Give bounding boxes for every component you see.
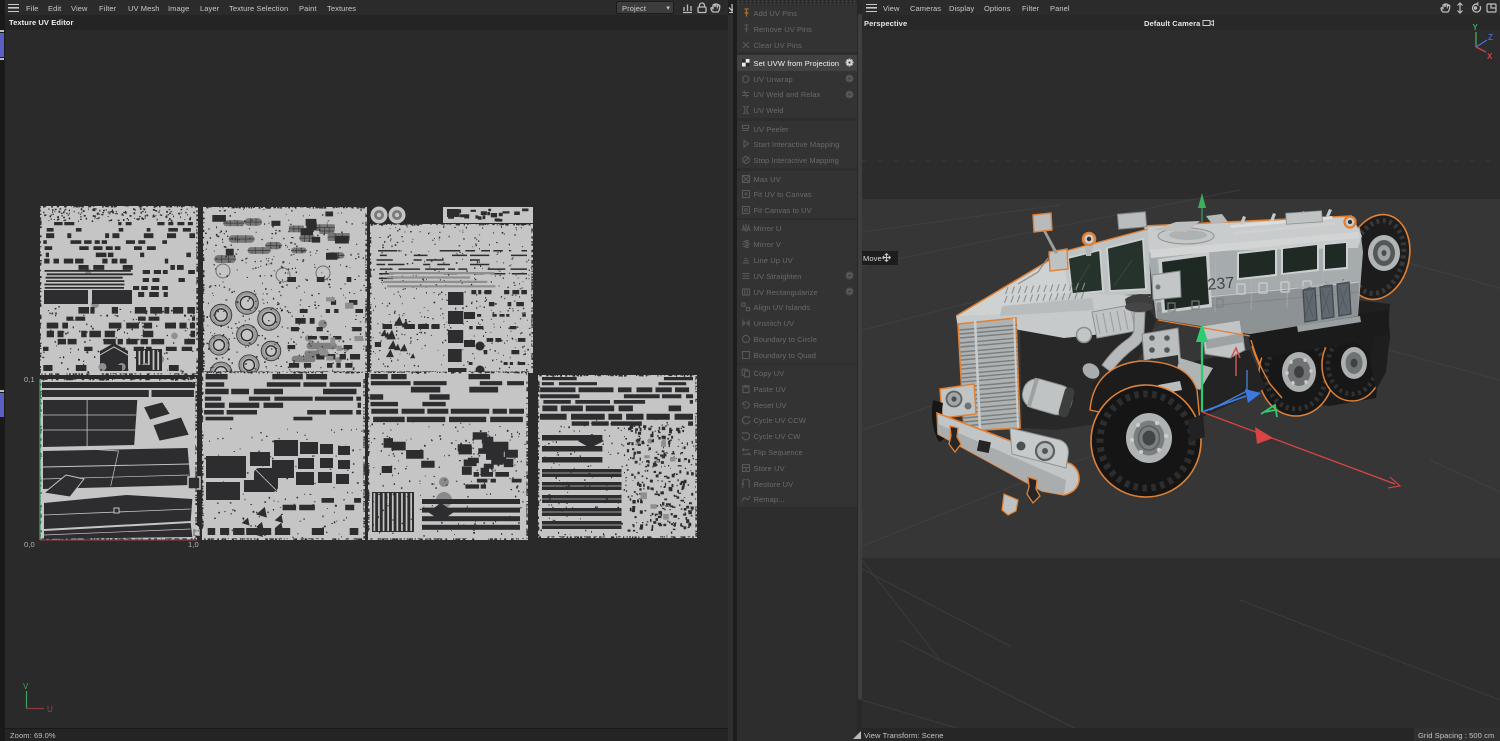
svg-text:Move: Move [863, 254, 882, 263]
svg-text:Perspective: Perspective [864, 19, 907, 28]
svg-text:237: 237 [1207, 275, 1235, 294]
svg-text:Default Camera: Default Camera [1144, 19, 1201, 28]
svg-text:V: V [23, 682, 29, 691]
svg-text:Y: Y [1473, 23, 1479, 32]
svg-text:U: U [47, 705, 53, 714]
svg-text:0,0: 0,0 [24, 540, 35, 549]
svg-text:Z: Z [1488, 33, 1493, 42]
svg-text:1,0: 1,0 [188, 540, 199, 549]
svg-text:X: X [1487, 52, 1493, 61]
svg-text:1,1: 1,1 [187, 375, 198, 384]
svg-text:0,1: 0,1 [24, 375, 35, 384]
